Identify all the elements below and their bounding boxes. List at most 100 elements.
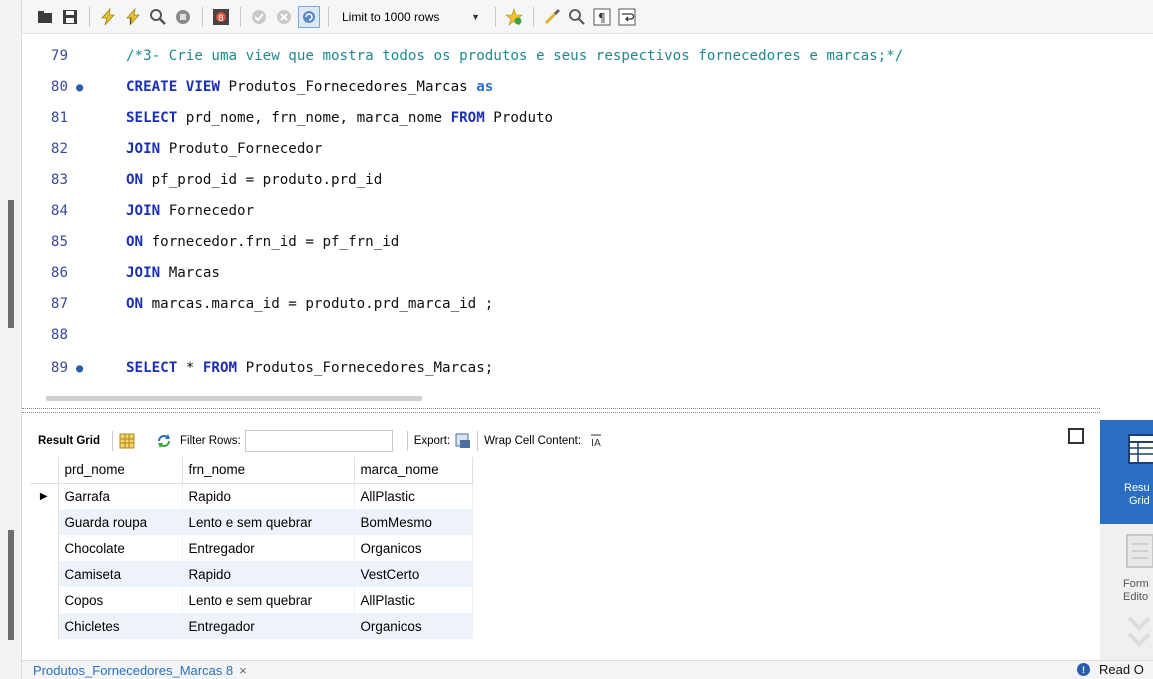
line-number: 86: [50, 264, 68, 281]
row-selector[interactable]: [30, 613, 59, 639]
column-header[interactable]: prd_nome: [58, 457, 183, 484]
table-cell[interactable]: Guarda roupa: [58, 509, 183, 535]
line-number: 89: [50, 359, 68, 376]
stop-icon[interactable]: [172, 6, 194, 28]
side-button-label: Form: [1123, 578, 1149, 590]
find-magnifier-icon[interactable]: [566, 6, 588, 28]
row-selector[interactable]: [30, 535, 59, 561]
close-icon[interactable]: ×: [239, 663, 247, 678]
refresh-icon[interactable]: [156, 433, 172, 449]
grid-view-icon[interactable]: [119, 433, 135, 449]
sql-keyword: SELECT: [126, 359, 178, 376]
export-icon[interactable]: [455, 433, 471, 449]
table-cell[interactable]: Lento e sem quebrar: [182, 587, 355, 613]
sql-editor[interactable]: 79 /*3- Crie uma view que mostra todos o…: [22, 34, 1153, 390]
sql-keyword: JOIN: [126, 264, 161, 281]
table-cell[interactable]: Camiseta: [58, 561, 183, 587]
grid-icon: [1128, 434, 1153, 467]
table-cell[interactable]: Rapido: [182, 483, 355, 509]
table-cell[interactable]: Copos: [58, 587, 183, 613]
table-row[interactable]: Chicletes Entregador Organicos: [30, 613, 473, 639]
result-grid-side-button[interactable]: Resu Grid: [1100, 420, 1153, 524]
current-row-arrow-icon: ▶: [30, 483, 59, 509]
table-row[interactable]: ▶ Garrafa Rapido AllPlastic: [30, 483, 473, 509]
wrap-cell-icon[interactable]: IA: [589, 433, 605, 449]
table-cell[interactable]: Chicletes: [58, 613, 183, 639]
code-line: 81 SELECT prd_nome, frn_nome, marca_nome…: [22, 102, 1153, 133]
execute-lightning-icon[interactable]: [97, 6, 119, 28]
sql-identifier: Marcas: [160, 264, 220, 281]
side-button-label: Resu: [1124, 482, 1150, 494]
side-button-label: Edito: [1123, 591, 1149, 603]
result-toolbar: Result Grid Filter Rows: Export: Wrap Ce…: [30, 425, 1100, 457]
sql-identifier: Produtos_Fornecedores_Marcas: [219, 78, 477, 95]
rollback-icon[interactable]: [273, 6, 295, 28]
table-row[interactable]: Camiseta Rapido VestCerto: [30, 561, 473, 587]
code-line: 84 JOIN Fornecedor: [22, 195, 1153, 226]
left-sidebar-strip: [0, 0, 22, 679]
table-cell[interactable]: Lento e sem quebrar: [182, 509, 355, 535]
table-row[interactable]: Copos Lento e sem quebrar AllPlastic: [30, 587, 473, 613]
sql-identifier: Produto: [484, 109, 554, 126]
table-cell[interactable]: BomMesmo: [354, 509, 473, 535]
toggle-error-icon[interactable]: 8: [210, 6, 232, 28]
table-row[interactable]: Chocolate Entregador Organicos: [30, 535, 473, 561]
commit-icon[interactable]: [248, 6, 270, 28]
sql-keyword: FROM: [450, 109, 485, 126]
result-grid-tab[interactable]: Result Grid: [38, 435, 100, 447]
toggle-panel-icon[interactable]: [1068, 428, 1084, 444]
filter-rows-label: Filter Rows:: [179, 435, 241, 447]
autocommit-toggle-icon[interactable]: [298, 5, 320, 28]
table-cell[interactable]: Entregador: [182, 613, 355, 639]
filter-rows-input[interactable]: [244, 430, 393, 452]
table-row[interactable]: Guarda roupa Lento e sem quebrar BomMesm…: [30, 509, 473, 535]
column-header[interactable]: marca_nome: [354, 457, 473, 484]
scroll-marker: [8, 200, 14, 328]
table-cell[interactable]: AllPlastic: [354, 587, 473, 613]
table-cell[interactable]: Entregador: [182, 535, 355, 561]
row-selector[interactable]: [30, 509, 59, 535]
sql-identifier: Fornecedor: [160, 202, 255, 219]
form-editor-icon: [1126, 534, 1153, 571]
editor-horizontal-scrollbar[interactable]: [46, 396, 422, 401]
sql-identifier: Produto_Fornecedor: [160, 140, 323, 157]
add-snippet-star-icon[interactable]: [503, 6, 525, 28]
open-folder-icon[interactable]: [34, 6, 56, 28]
code-line: 80 ● CREATE VIEW Produtos_Fornecedores_M…: [22, 71, 1153, 102]
table-cell[interactable]: Rapido: [182, 561, 355, 587]
save-icon[interactable]: [59, 6, 81, 28]
beautify-brush-icon[interactable]: [541, 6, 563, 28]
explain-magnifier-icon[interactable]: [147, 6, 169, 28]
svg-text:IA: IA: [591, 438, 601, 447]
scroll-marker: [8, 530, 14, 640]
execute-current-icon[interactable]: I: [122, 6, 144, 28]
sql-identifier: prd_nome, frn_nome, marca_nome: [177, 109, 451, 126]
code-line: 86 JOIN Marcas: [22, 257, 1153, 288]
sql-identifier: *: [177, 359, 203, 376]
editor-toolbar: I 8 Limit to 1000 rows ▼ ¶: [22, 0, 1153, 34]
row-selector[interactable]: [30, 561, 59, 587]
code-line: 89 ● SELECT * FROM Produtos_Fornecedores…: [22, 352, 1153, 383]
table-cell[interactable]: Organicos: [354, 535, 473, 561]
word-wrap-icon[interactable]: [616, 6, 638, 28]
sql-identifier: Produtos_Fornecedores_Marcas;: [237, 359, 494, 376]
result-grid[interactable]: prd_nome frn_nome marca_nome ▶ Garrafa R…: [30, 457, 473, 639]
table-cell[interactable]: Organicos: [354, 613, 473, 639]
line-number: 85: [50, 233, 68, 250]
sql-keyword: ON: [126, 295, 144, 312]
panel-splitter[interactable]: [22, 408, 1100, 413]
chevron-down-icon[interactable]: [1126, 612, 1153, 655]
line-number: 82: [50, 140, 68, 157]
invisible-chars-icon[interactable]: ¶: [591, 6, 613, 28]
info-icon: !: [1077, 663, 1090, 676]
column-header[interactable]: frn_nome: [182, 457, 355, 484]
table-cell[interactable]: Garrafa: [58, 483, 183, 509]
limit-rows-select[interactable]: Limit to 1000 rows ▼: [336, 6, 486, 28]
row-selector[interactable]: [30, 587, 59, 613]
table-cell[interactable]: AllPlastic: [354, 483, 473, 509]
code-line: 79 /*3- Crie uma view que mostra todos o…: [22, 40, 1153, 71]
result-tab[interactable]: Produtos_Fornecedores_Marcas 8 ×: [33, 663, 247, 678]
table-cell[interactable]: Chocolate: [58, 535, 183, 561]
sql-comment: /*3- Crie uma view que mostra todos os p…: [126, 47, 904, 64]
table-cell[interactable]: VestCerto: [354, 561, 473, 587]
